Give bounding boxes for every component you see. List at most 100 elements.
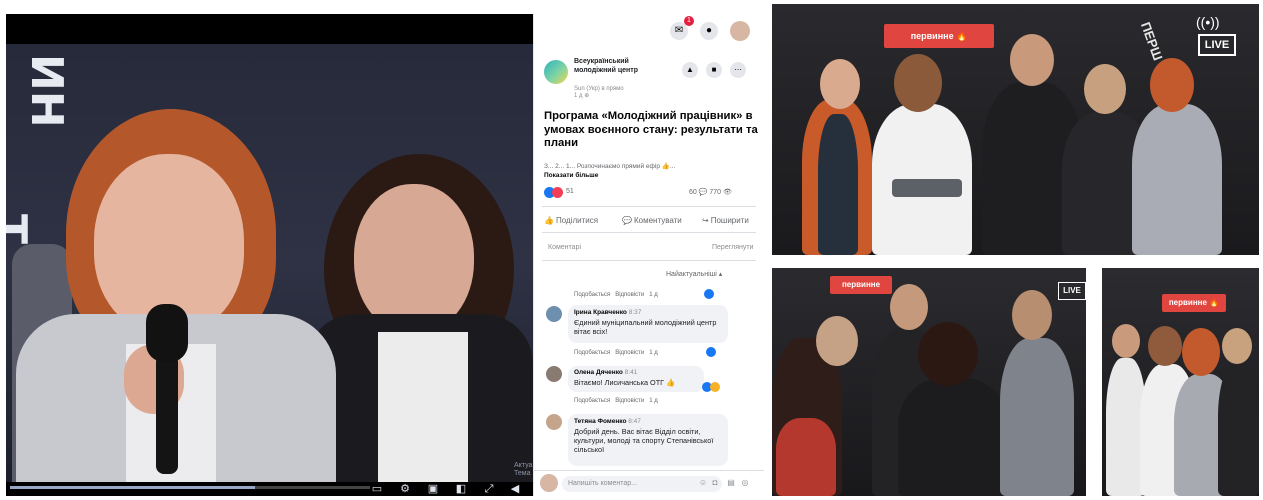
event-sign: первинне 🔥 <box>884 24 994 48</box>
microphone-head <box>146 304 188 362</box>
user-avatar[interactable] <box>540 474 558 492</box>
post-snippet: З... 2... 1... Розпочинаємо прямий ефір … <box>544 163 676 170</box>
comment-text: Добрий день. Вас вітає Відділ освіти, ку… <box>574 427 714 454</box>
sticker-icon[interactable]: ◎ <box>740 478 750 488</box>
like-button[interactable]: 👍 Поділитися <box>544 216 598 225</box>
person <box>1000 338 1074 496</box>
commenter-name[interactable]: Тетяна Фоменко 8:47 <box>574 418 641 425</box>
notifications-icon[interactable]: ● <box>700 22 718 40</box>
fullscreen-icon[interactable]: ⤢ <box>482 482 496 496</box>
more-options-icon[interactable]: ⋯ <box>730 62 746 78</box>
comment-like-link[interactable]: Подобається <box>574 292 610 298</box>
person <box>1132 104 1222 255</box>
post-title: Програма «Молодіжний працівник» в умовах… <box>544 110 758 149</box>
gif-icon[interactable]: ▤ <box>726 478 736 488</box>
reactions-summary[interactable] <box>544 187 566 198</box>
person-head <box>918 322 978 386</box>
person-head <box>1148 326 1182 366</box>
person-right-face <box>354 184 474 334</box>
globe-icon: ⊕ <box>584 93 590 99</box>
comment-actions: Подобається Відповісти 1 д <box>574 292 658 298</box>
facebook-post-panel: ✉ 1 ● Всеукраїнський молодіжний центр Su… <box>533 14 764 496</box>
comment-bubble: Олена Дяченко 8:41 Вітаємо! Лисичанська … <box>568 366 704 392</box>
miniplayer-icon[interactable]: ▣ <box>426 482 440 496</box>
captions-icon[interactable]: ▭ <box>370 482 384 496</box>
volume-icon[interactable]: ◀ <box>508 482 522 496</box>
comment-time: 1 д <box>649 398 658 404</box>
broadcast-icon: ((•)) <box>1196 14 1220 30</box>
event-photo-panel: первинне LIVE <box>772 268 1086 496</box>
comment-button[interactable]: 💬 Коментувати <box>622 216 682 225</box>
video-player[interactable]: ИН Т Актуа Тема ▭ ⚙ ▣ ◧ ⤢ ◀ <box>6 14 533 496</box>
comment-button-label: Коментувати <box>633 216 682 225</box>
post-stats: 60 💬 770 👁 <box>689 189 732 196</box>
event-photo-panel: первинне 🔥 ((•)) LIVE ПЕРШ <box>772 4 1259 255</box>
share-icon: ↪ <box>702 216 709 225</box>
comment-time: 1 д <box>649 350 658 356</box>
camera-icon[interactable]: ◘ <box>710 478 720 488</box>
see-more-link[interactable]: Показати більше <box>544 172 598 179</box>
share-button[interactable]: ↪ Поширити <box>702 216 749 225</box>
commenter-avatar[interactable] <box>546 306 562 322</box>
notification-badge: 1 <box>684 16 694 26</box>
microphone-handle <box>156 354 178 474</box>
camera-icon[interactable]: ■ <box>706 62 722 78</box>
person-head <box>1112 324 1140 358</box>
comment-icon: 💬 <box>622 216 632 225</box>
view-link[interactable]: Переглянути <box>712 244 753 251</box>
post-time: 1 д <box>574 93 583 99</box>
person <box>776 418 836 496</box>
page-meta-text: Sun (Укр) в прямо <box>574 86 624 92</box>
divider <box>542 260 756 261</box>
comment-text: Вітаємо! Лисичанська ОТГ 👍 <box>574 378 676 387</box>
divider <box>542 232 756 233</box>
page-name[interactable]: Всеукраїнський молодіжний центр <box>574 58 670 75</box>
user-avatar[interactable] <box>730 21 750 41</box>
channel-watermark: Актуа Тема <box>514 462 533 477</box>
like-button-label: Поділитися <box>555 216 599 225</box>
person <box>898 378 1008 496</box>
event-sign: первинне 🔥 <box>1162 294 1226 312</box>
comment-actions: Подобається Відповісти 1 д <box>574 350 658 356</box>
comment-bubble: Ірина Кравченко 8:37 Єдиний муніципальни… <box>568 305 728 343</box>
comment-reaction-icon <box>704 289 714 299</box>
commenter-avatar[interactable] <box>546 366 562 382</box>
event-sign: первинне <box>830 276 892 294</box>
wall-lettering: ИН <box>21 54 72 128</box>
thumbs-up-icon: 👍 <box>544 216 554 225</box>
comment-bubble: Тетяна Фоменко 8:47 Добрий день. Вас віт… <box>568 414 728 466</box>
wall-lettering-2: Т <box>6 214 36 244</box>
commenter-avatar[interactable] <box>546 414 562 430</box>
share-button-label: Поширити <box>710 216 749 225</box>
comment-time: 1 д <box>649 292 658 298</box>
comment-like-link[interactable]: Подобається <box>574 398 610 404</box>
person-head <box>1222 328 1252 364</box>
commenter-name[interactable]: Ірина Кравченко 8:37 <box>574 309 641 316</box>
comment-like-link[interactable]: Подобається <box>574 350 610 356</box>
love-reaction-icon <box>552 187 563 198</box>
comment-sort-dropdown[interactable]: Найактуальніші ▴ <box>666 270 722 278</box>
live-sign: LIVE <box>1058 282 1086 300</box>
person-head <box>1010 34 1054 86</box>
video-progress-fill <box>10 486 255 489</box>
chair <box>892 179 962 197</box>
page-meta: Sun (Укр) в прямо 1 д ⊕ <box>574 86 670 100</box>
comment-reply-link[interactable]: Відповісти <box>615 292 644 298</box>
video-top-bar <box>6 14 533 44</box>
commenter-name[interactable]: Олена Дяченко 8:41 <box>574 369 637 376</box>
divider <box>534 470 764 471</box>
emoji-icon[interactable]: ☺ <box>698 478 708 488</box>
comment-reply-link[interactable]: Відповісти <box>615 398 644 404</box>
comment-reply-link[interactable]: Відповісти <box>615 350 644 356</box>
theater-icon[interactable]: ◧ <box>454 482 468 496</box>
video-progress-bar[interactable] <box>10 486 370 489</box>
person-head <box>890 284 928 330</box>
settings-icon[interactable]: ⚙ <box>398 482 412 496</box>
comments-tab[interactable]: Коментарі <box>548 244 581 251</box>
comment-actions: Подобається Відповісти 1 д <box>574 398 658 404</box>
comment-text: Єдиний муніципальний молодіжний центр ві… <box>574 318 717 336</box>
divider <box>542 206 756 207</box>
page-logo[interactable] <box>544 60 568 84</box>
bell-icon[interactable]: ▲ <box>682 62 698 78</box>
comment-reaction-icon <box>710 382 720 392</box>
